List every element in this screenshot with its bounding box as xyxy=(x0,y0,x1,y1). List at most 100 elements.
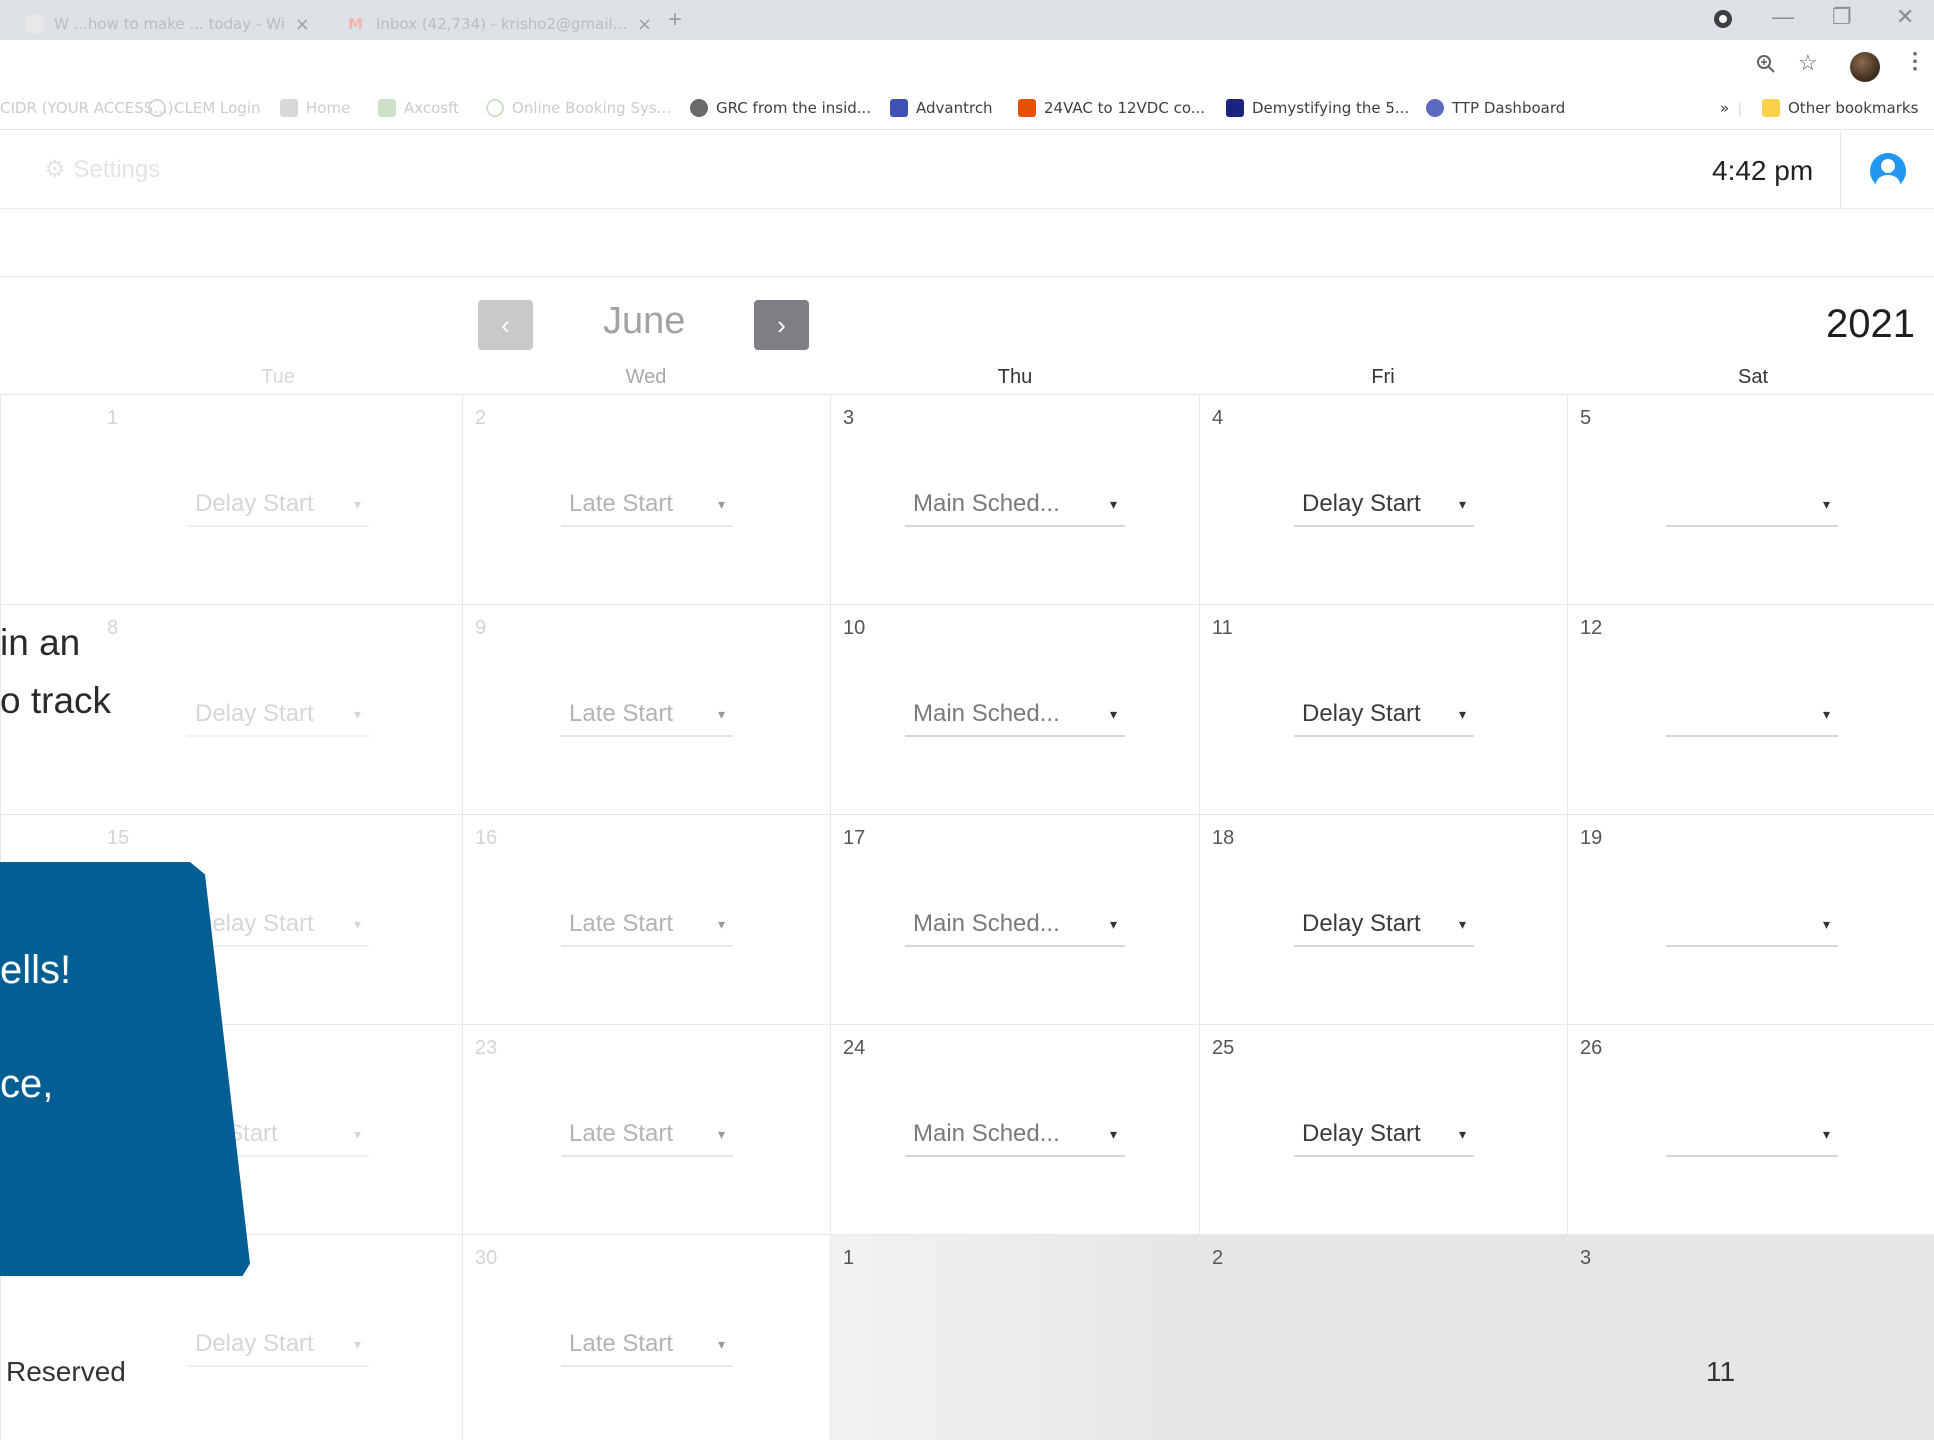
chrome-menu-icon[interactable]: ⋮ xyxy=(1904,48,1926,74)
schedule-select[interactable]: Main Sched... ▾ xyxy=(905,903,1125,947)
header-divider xyxy=(1840,131,1841,209)
schedule-select[interactable]: Main Sched... ▾ xyxy=(905,1113,1125,1157)
schedule-select[interactable]: Delay Start ▾ xyxy=(187,1323,369,1367)
calendar-day-cell[interactable]: 25 Delay Start ▾ xyxy=(1199,1024,1567,1234)
day-number: 24 xyxy=(843,1037,866,1059)
calendar-day-cell[interactable]: 3 Main Sched... ▾ xyxy=(830,394,1199,604)
day-number: 4 xyxy=(1212,407,1224,429)
schedule-select[interactable]: ▾ xyxy=(1666,903,1838,947)
divider xyxy=(0,276,1934,277)
schedule-select[interactable]: Delay Start ▾ xyxy=(187,483,369,527)
bookmark-item[interactable]: Demystifying the 5... xyxy=(1226,99,1409,117)
prev-month-button[interactable]: ‹ xyxy=(478,300,533,350)
calendar-day-cell[interactable]: 10 Main Sched... ▾ xyxy=(830,604,1199,814)
day-number: 12 xyxy=(1580,617,1603,639)
schedule-select[interactable]: ▾ xyxy=(1666,483,1838,527)
calendar-day-cell[interactable]: 23 Late Start ▾ xyxy=(462,1024,830,1234)
bookmark-item[interactable]: CLEM Login xyxy=(148,99,260,117)
schedule-select[interactable]: ▾ xyxy=(1666,693,1838,737)
dropdown-caret-icon: ▾ xyxy=(353,495,361,512)
calendar-day-cell[interactable]: 11 Delay Start ▾ xyxy=(1199,604,1567,814)
bookmark-favicon-icon xyxy=(1426,99,1444,117)
tab-title: Inbox (42,734) - krisho2@gmail... xyxy=(376,15,627,33)
browser-tab[interactable]: W ...how to make ... today - Wi × xyxy=(14,8,322,40)
schedule-select[interactable]: Delay Start ▾ xyxy=(187,903,369,947)
schedule-select[interactable]: Delay Start ▾ xyxy=(1294,1113,1474,1157)
schedule-select[interactable]: Late Start ▾ xyxy=(561,693,733,737)
bookmark-item[interactable]: Axcosft xyxy=(378,99,459,117)
new-tab-button[interactable]: + xyxy=(668,6,682,34)
schedule-select[interactable]: Late Start ▾ xyxy=(561,483,733,527)
dropdown-caret-icon: ▾ xyxy=(717,705,725,722)
slide-text-line: o track xyxy=(0,680,112,721)
tab-close-icon[interactable]: × xyxy=(295,14,310,35)
bookmark-label: GRC from the insid... xyxy=(716,99,872,117)
more-bookmarks-button[interactable]: » | xyxy=(1720,99,1742,117)
bookmark-item[interactable]: TTP Dashboard xyxy=(1426,99,1565,117)
calendar-day-cell[interactable]: 12 ▾ xyxy=(1567,604,1934,814)
slide-footer-copyright: Reserved xyxy=(6,1356,126,1387)
callout-text-line: ells! xyxy=(0,948,72,992)
calendar-day-cell[interactable]: 17 Main Sched... ▾ xyxy=(830,814,1199,1024)
schedule-select-value: Main Sched... xyxy=(913,1120,1060,1147)
calendar-day-cell[interactable]: 2 xyxy=(1199,1234,1567,1440)
calendar-day-cell[interactable]: 18 Delay Start ▾ xyxy=(1199,814,1567,1024)
more-bookmarks-icon: » xyxy=(1720,99,1730,117)
bookmark-favicon-icon xyxy=(1018,99,1036,117)
schedule-select[interactable]: Late Start ▾ xyxy=(561,1323,733,1367)
bookmark-label: TTP Dashboard xyxy=(1452,99,1566,117)
browser-tab-gmail[interactable]: M Inbox (42,734) - krisho2@gmail... × xyxy=(336,8,664,40)
profile-avatar[interactable] xyxy=(1850,52,1880,82)
schedule-select[interactable]: ▾ xyxy=(1666,1113,1838,1157)
schedule-select[interactable]: Main Sched... ▾ xyxy=(905,483,1125,527)
calendar-day-cell[interactable]: 1 Delay Start ▾ xyxy=(0,394,462,604)
bookmark-item[interactable]: Online Booking Sys... xyxy=(486,99,671,117)
schedule-select[interactable]: Delay Start ▾ xyxy=(1294,903,1474,947)
calendar-grid: 1 Delay Start ▾ 2 Late Start ▾ 3 Main Sched... ▾… xyxy=(0,394,1934,1440)
bookmark-favicon-icon xyxy=(1226,99,1244,117)
calendar-day-cell[interactable]: 26 ▾ xyxy=(1567,1024,1934,1234)
dropdown-caret-icon: ▾ xyxy=(717,1335,725,1352)
slide-text-line: in an xyxy=(0,622,81,663)
schedule-select-value: Delay Start xyxy=(195,910,314,937)
bookmark-item[interactable]: GRC from the insid... xyxy=(690,99,871,117)
chrome-profile-icon[interactable] xyxy=(1712,8,1734,36)
day-number: 1 xyxy=(107,407,119,429)
calendar-day-cell[interactable]: 24 Main Sched... ▾ xyxy=(830,1024,1199,1234)
dropdown-caret-icon: ▾ xyxy=(1458,915,1466,932)
bookmark-favicon-icon xyxy=(486,99,504,117)
dow-header-wed: Wed xyxy=(625,366,667,388)
schedule-select[interactable]: Late Start ▾ xyxy=(561,903,733,947)
close-window-button[interactable]: ✕ xyxy=(1896,4,1914,30)
bookmark-star-icon[interactable]: ☆ xyxy=(1798,50,1818,76)
schedule-select[interactable]: Late Start ▾ xyxy=(561,1113,733,1157)
settings-link[interactable]: ⚙ Settings xyxy=(44,155,160,184)
bookmark-item[interactable]: Advantrch xyxy=(890,99,993,117)
schedule-select[interactable]: Delay Start ▾ xyxy=(1294,693,1474,737)
other-bookmarks-folder[interactable]: Other bookmarks xyxy=(1762,99,1918,117)
calendar-day-cell[interactable]: 30 Late Start ▾ xyxy=(462,1234,830,1440)
calendar-day-cell[interactable]: 2 Late Start ▾ xyxy=(462,394,830,604)
calendar-day-cell[interactable]: 5 ▾ xyxy=(1567,394,1934,604)
schedule-select[interactable]: Main Sched... ▾ xyxy=(905,693,1125,737)
calendar-day-cell[interactable]: 19 ▾ xyxy=(1567,814,1934,1024)
dropdown-caret-icon: ▾ xyxy=(353,915,361,932)
bookmark-item[interactable]: Home xyxy=(280,99,350,117)
restore-button[interactable]: ❐ xyxy=(1832,4,1852,30)
zoom-icon[interactable] xyxy=(1756,54,1776,80)
schedule-select[interactable]: Delay Start ▾ xyxy=(187,693,369,737)
calendar-day-cell[interactable]: 9 Late Start ▾ xyxy=(462,604,830,814)
calendar-day-cell[interactable]: 1 xyxy=(830,1234,1199,1440)
next-month-button[interactable]: › xyxy=(754,300,809,350)
dow-header-sat: Sat xyxy=(1737,366,1769,388)
calendar-day-cell[interactable]: 16 Late Start ▾ xyxy=(462,814,830,1024)
schedule-select[interactable]: Delay Start ▾ xyxy=(1294,483,1474,527)
bookmark-favicon-icon xyxy=(890,99,908,117)
bookmark-item[interactable]: 24VAC to 12VDC co... xyxy=(1018,99,1205,117)
tab-close-icon[interactable]: × xyxy=(637,14,652,35)
account-icon[interactable] xyxy=(1870,153,1906,189)
calendar-day-cell[interactable]: 4 Delay Start ▾ xyxy=(1199,394,1567,604)
calendar-day-cell[interactable]: 3 xyxy=(1567,1234,1934,1440)
minimize-button[interactable]: — xyxy=(1772,4,1794,30)
gmail-icon: M xyxy=(348,15,363,33)
